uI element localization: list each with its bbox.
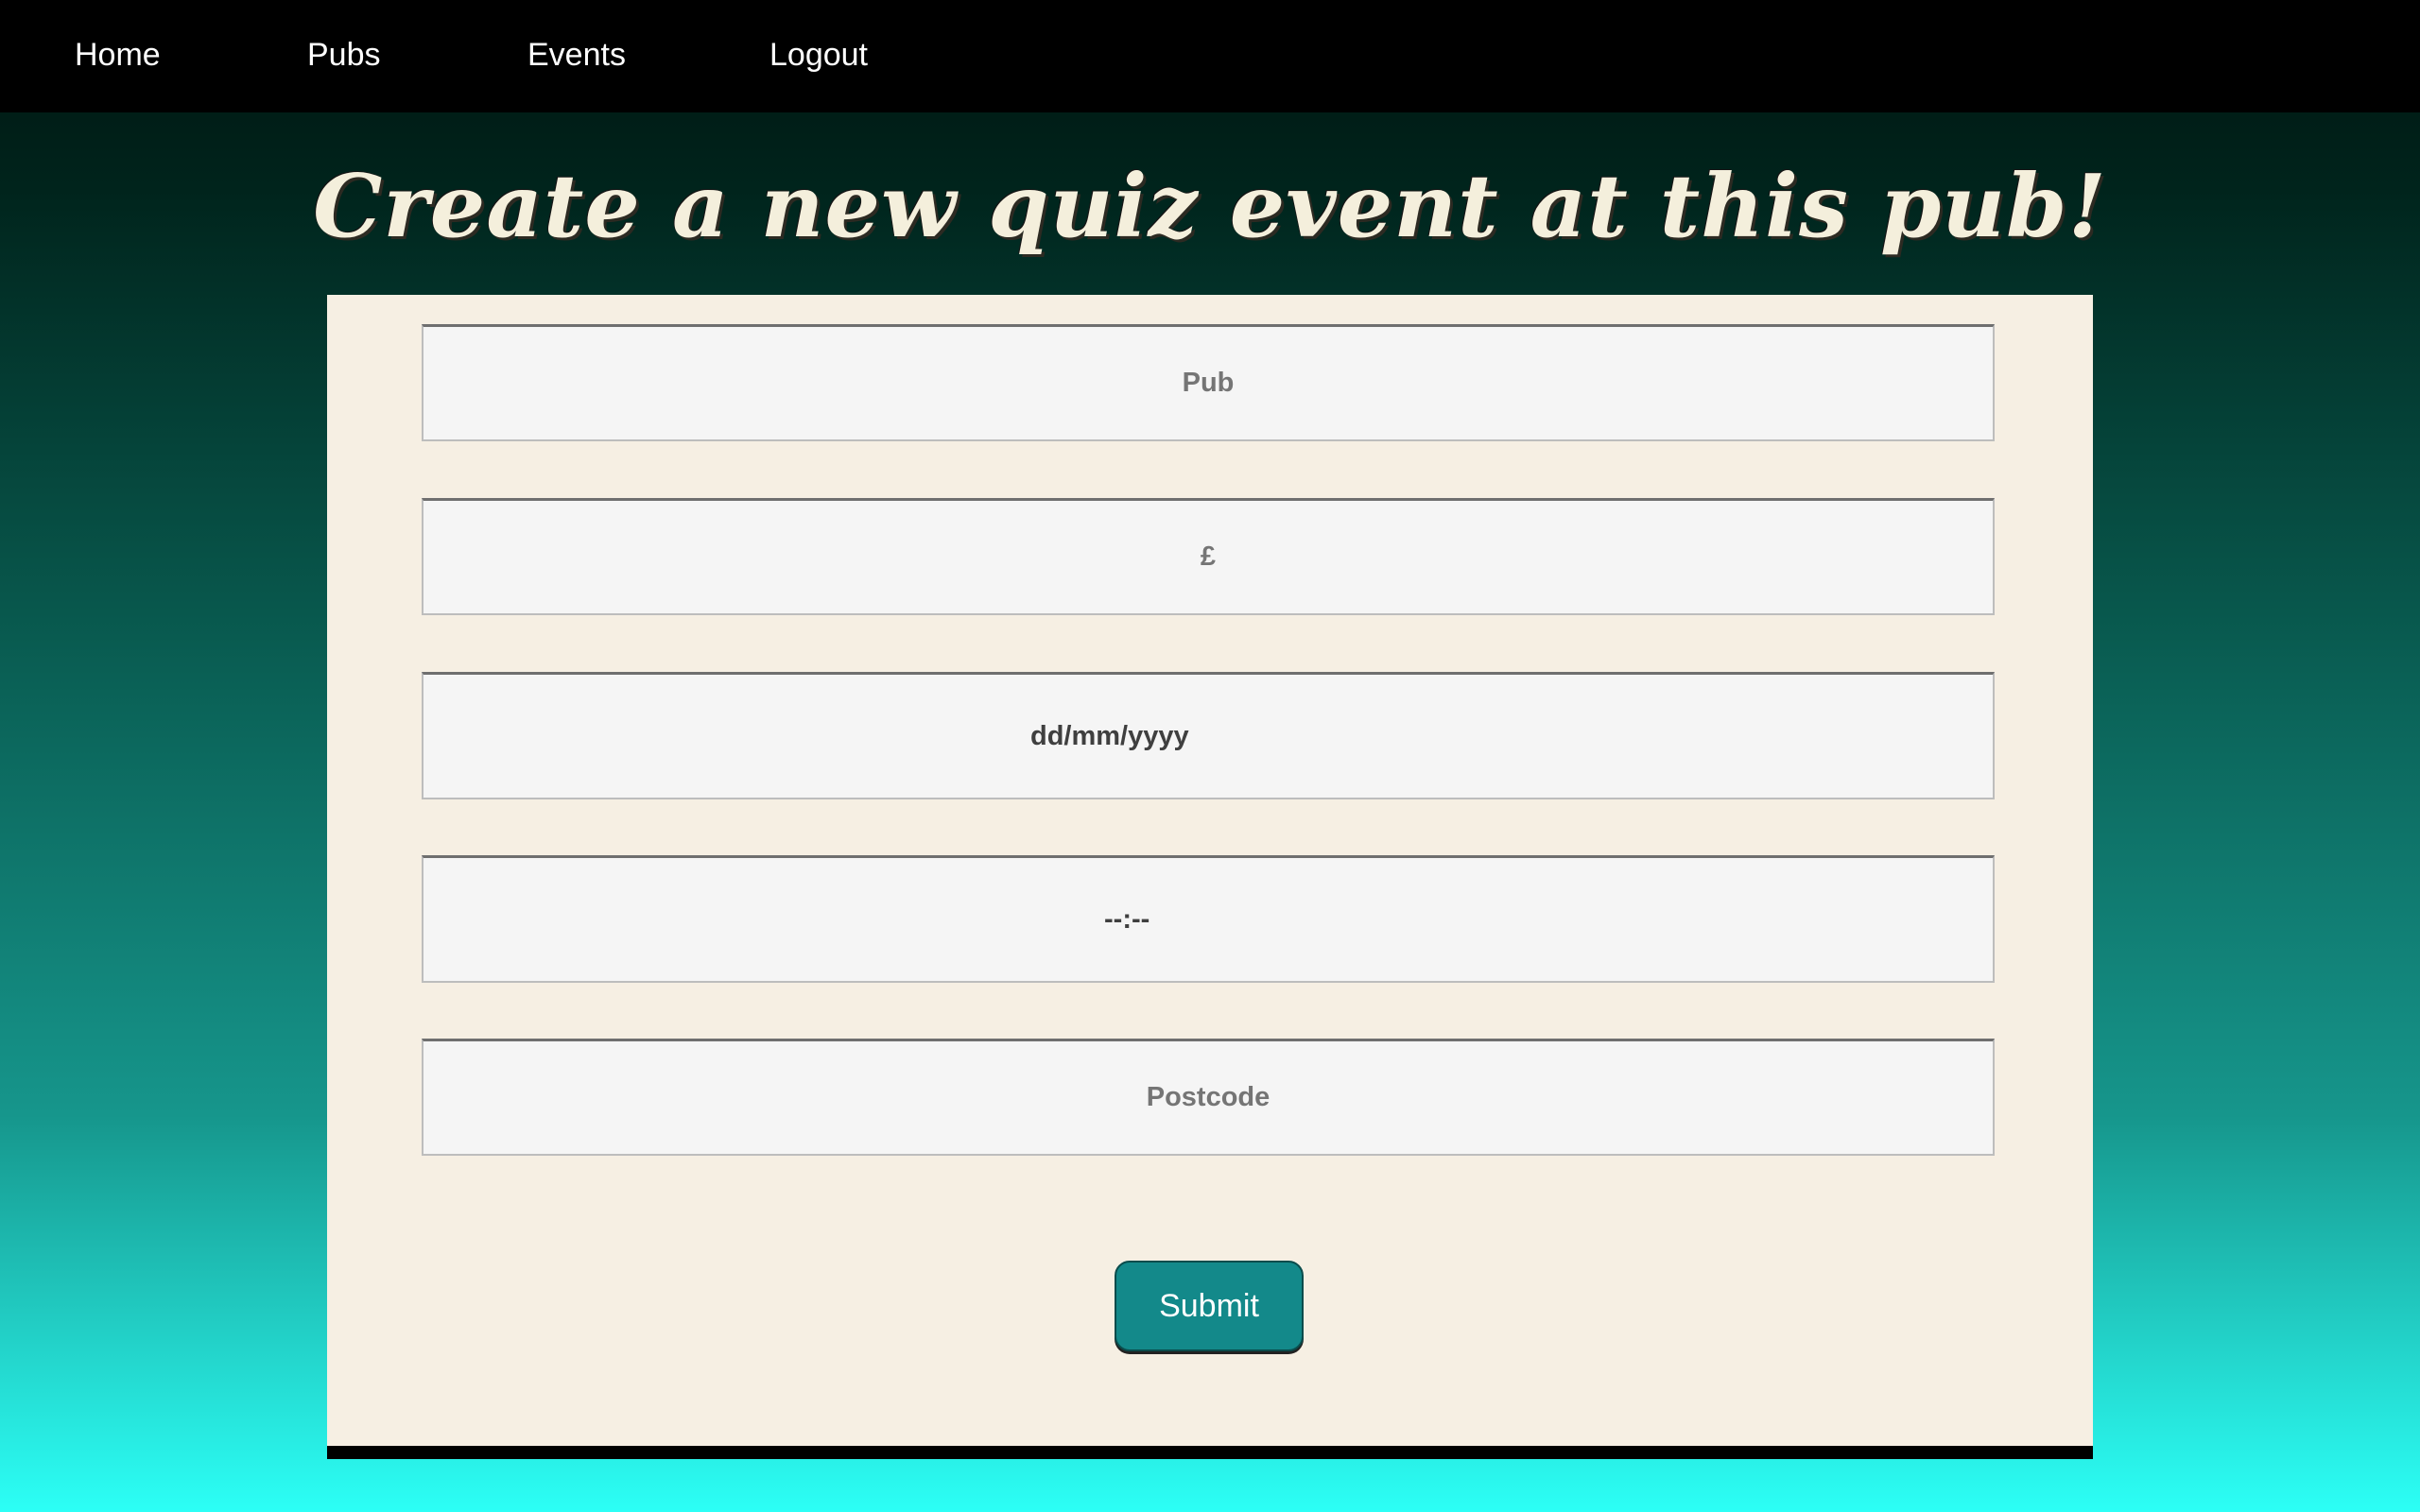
page-title: Create a new quiz event at this pub! — [313, 155, 2107, 257]
nav-link-pubs[interactable]: Pubs — [307, 34, 381, 76]
top-nav: Home Pubs Events Logout — [0, 0, 2420, 112]
nav-link-home[interactable]: Home — [75, 34, 161, 76]
pub-input[interactable]: Pub — [422, 324, 1995, 441]
nav-link-events[interactable]: Events — [527, 34, 626, 76]
date-input[interactable]: dd/mm/yyyy — [422, 672, 1995, 799]
postcode-input[interactable]: Postcode — [422, 1039, 1995, 1156]
price-input[interactable]: £ — [422, 498, 1995, 615]
event-form-panel: Pub £ dd/mm/yyyy --:-- Postcode Submit — [327, 295, 2093, 1459]
nav-link-logout[interactable]: Logout — [769, 34, 868, 76]
time-input[interactable]: --:-- — [422, 855, 1995, 983]
submit-button[interactable]: Submit — [1115, 1261, 1304, 1351]
